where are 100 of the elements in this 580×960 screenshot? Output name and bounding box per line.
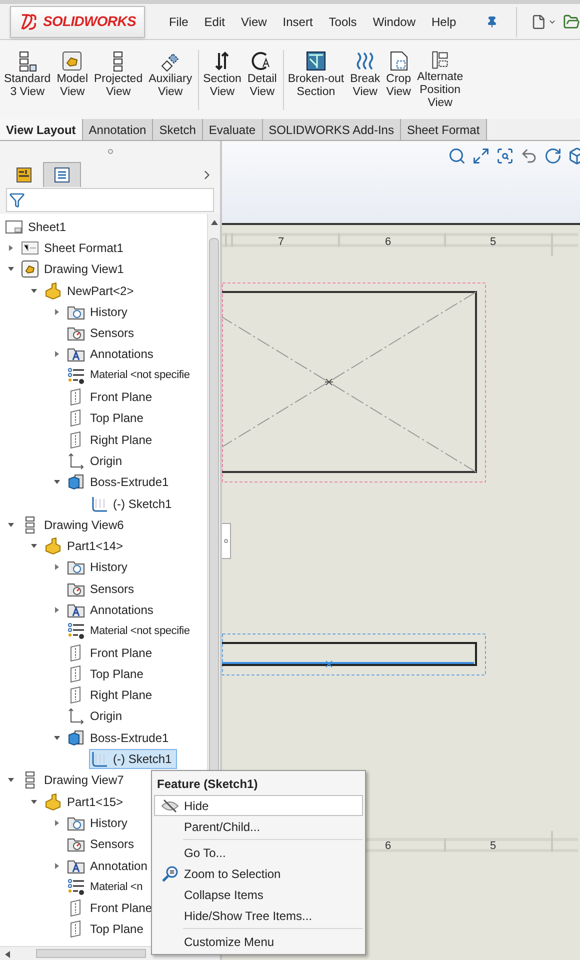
caret-right-icon[interactable]: [7, 244, 15, 252]
ribbon-button[interactable]: Crop View: [386, 50, 412, 110]
caret-down-icon[interactable]: [7, 520, 15, 529]
menu-item[interactable]: Tools: [328, 12, 357, 30]
ribbon-button[interactable]: Detail View: [247, 50, 277, 110]
filter-field[interactable]: [6, 188, 214, 212]
part-outline[interactable]: [222, 642, 477, 666]
tree-item[interactable]: Material <not specifie: [66, 621, 195, 642]
zoom-icon[interactable]: [448, 147, 466, 165]
menu-item[interactable]: Edit: [204, 12, 225, 30]
menu-item[interactable]: File: [168, 12, 188, 30]
ribbon-button[interactable]: Break View: [350, 50, 380, 110]
tree-item[interactable]: Part1<14>: [43, 536, 128, 556]
tree-item[interactable]: Drawing View1: [20, 259, 129, 280]
zoom-fit-icon[interactable]: [472, 147, 490, 165]
tree-item[interactable]: Front Plane: [66, 642, 158, 663]
tree-item[interactable]: (-) Sketch1: [89, 749, 177, 770]
ribbon-tab[interactable]: Evaluate: [202, 119, 263, 140]
ribbon-tab[interactable]: Annotation: [82, 119, 154, 140]
grip-icon[interactable]: [108, 148, 112, 154]
caret-down-icon[interactable]: [30, 542, 38, 550]
panel-splitter[interactable]: [222, 523, 231, 559]
tree-item[interactable]: NewPart<2>: [43, 280, 139, 301]
tree-item[interactable]: Annotation: [66, 856, 152, 876]
caret-right-icon[interactable]: [53, 563, 61, 572]
tree-item[interactable]: Sheet1: [4, 216, 72, 237]
scroll-up-icon[interactable]: [211, 220, 218, 225]
caret-right-icon[interactable]: [53, 308, 61, 316]
menu-item[interactable]: View: [240, 12, 267, 30]
tree-item[interactable]: Top Plane: [66, 919, 148, 940]
tree-item[interactable]: Annotations: [66, 344, 158, 364]
origin-axes-icon: [67, 452, 85, 470]
previous-view-icon[interactable]: [520, 147, 538, 165]
caret-right-icon[interactable]: [53, 606, 61, 614]
rotate-icon[interactable]: [544, 147, 562, 165]
tree-item[interactable]: Top Plane: [66, 408, 148, 428]
material-list-icon: [67, 622, 85, 640]
ribbon-button[interactable]: Standard 3 View: [4, 50, 51, 110]
tree-item[interactable]: Material <n: [66, 876, 148, 897]
tree-item[interactable]: Sensors: [66, 834, 140, 854]
ribbon-button[interactable]: Model View: [56, 50, 88, 110]
tree-item[interactable]: History: [66, 812, 132, 833]
caret-down-icon[interactable]: [30, 286, 38, 295]
scrollbar-thumb[interactable]: [36, 949, 146, 958]
sheet-format-icon: [21, 238, 39, 257]
center-mark-icon: [326, 660, 332, 668]
tree-item[interactable]: Sheet Format1: [20, 238, 128, 258]
tree-item[interactable]: Drawing View7: [20, 770, 129, 790]
view-boundary[interactable]: [222, 634, 486, 676]
sheet-icon: [5, 218, 23, 236]
list-icon: [54, 167, 70, 183]
ribbon-button[interactable]: Auxiliary View: [148, 50, 192, 110]
menu-item[interactable]: Window: [372, 12, 416, 30]
ribbon-button[interactable]: Projected View: [94, 50, 143, 110]
caret-down-icon[interactable]: [53, 734, 61, 742]
ribbon-tab[interactable]: SOLIDWORKS Add-Ins: [262, 119, 401, 140]
menu-item[interactable]: Insert: [282, 12, 313, 30]
caret-down-icon[interactable]: [53, 478, 61, 486]
tree-item[interactable]: Annotations: [66, 600, 158, 620]
tree-item[interactable]: Sensors: [66, 578, 140, 599]
ribbon-button[interactable]: Broken-out Section: [288, 50, 344, 110]
ribbon-tab[interactable]: View Layout: [0, 119, 83, 140]
tree-item[interactable]: Front Plane: [66, 387, 158, 408]
tree-item[interactable]: History: [66, 557, 132, 578]
caret-down-icon[interactable]: [7, 776, 15, 784]
zoom-area-icon[interactable]: [496, 147, 514, 165]
tree-item[interactable]: Origin: [66, 450, 128, 471]
ribbon-button[interactable]: Section View: [203, 50, 242, 110]
menu-item[interactable]: Hide: [154, 795, 363, 816]
caret-right-icon[interactable]: [53, 862, 61, 870]
tree-item[interactable]: Drawing View6: [20, 514, 129, 535]
scroll-left-icon[interactable]: [5, 951, 10, 958]
caret-right-icon[interactable]: [53, 818, 61, 827]
logo-text: SOLIDWORKS: [43, 12, 136, 31]
tree-item[interactable]: Top Plane: [66, 664, 148, 684]
tree-item[interactable]: Right Plane: [66, 430, 158, 450]
caret-down-icon[interactable]: [7, 265, 15, 274]
caret-right-icon[interactable]: [53, 350, 61, 358]
tree-item[interactable]: Right Plane: [66, 685, 158, 706]
tree-item[interactable]: Boss-Extrude1: [66, 472, 174, 492]
caret-down-icon[interactable]: [30, 798, 38, 806]
tree-item[interactable]: History: [66, 302, 132, 322]
material-list-icon: [67, 366, 85, 385]
pin-icon[interactable]: [486, 14, 498, 28]
ribbon-tab[interactable]: Sheet Format: [400, 119, 487, 140]
menu-item[interactable]: Help: [432, 12, 456, 30]
tree-item[interactable]: Material <not specifie: [66, 366, 195, 386]
ribbon-button[interactable]: Alternate Position View: [417, 50, 464, 110]
tree-item[interactable]: Part1<15>: [43, 792, 128, 812]
tree-item[interactable]: Sensors: [66, 323, 140, 344]
tree-item[interactable]: Origin: [66, 706, 128, 726]
crop-view-icon: [388, 50, 410, 72]
ribbon-tab[interactable]: Sketch: [153, 119, 203, 140]
tree-item[interactable]: Boss-Extrude1: [66, 728, 174, 748]
logo-badge[interactable]: SOLIDWORKS: [10, 6, 145, 38]
tree-item[interactable]: (-) Sketch1: [89, 494, 177, 514]
origin-axes-icon: [67, 707, 85, 726]
material-list-icon: [67, 878, 85, 896]
sketch-icon: [90, 494, 108, 512]
panel-tab[interactable]: [43, 162, 81, 187]
